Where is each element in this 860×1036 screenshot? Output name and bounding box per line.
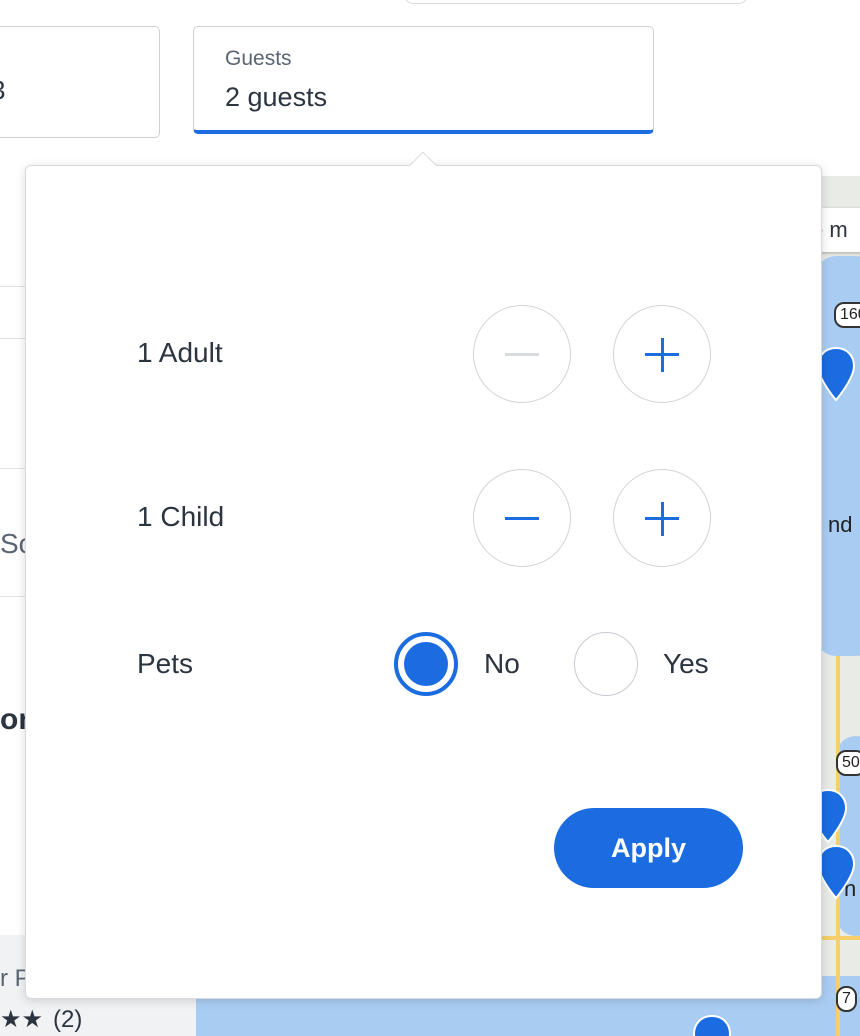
radio-selected-dot xyxy=(404,642,448,686)
guests-field[interactable]: Guests 2 guests xyxy=(193,26,654,134)
dates-field[interactable]: 3 xyxy=(0,26,160,138)
pets-yes-radio[interactable] xyxy=(574,632,638,696)
guests-field-label: Guests xyxy=(225,47,292,70)
adults-label: 1 Adult xyxy=(137,337,223,368)
apply-button[interactable]: Apply xyxy=(554,808,743,888)
plus-icon-vertical xyxy=(660,338,664,372)
pets-yes-label[interactable]: Yes xyxy=(663,648,709,680)
dates-field-value: 3 xyxy=(0,75,5,106)
top-search-pill[interactable] xyxy=(405,0,747,4)
minus-icon xyxy=(505,517,539,520)
guest-picker-popover: 1 Adult 1 Child Pets No Yes Apply xyxy=(25,165,822,999)
highway-shield: 50 xyxy=(836,750,860,776)
children-decrement-button[interactable] xyxy=(473,469,571,567)
popover-arrow xyxy=(407,148,439,166)
children-increment-button[interactable] xyxy=(613,469,711,567)
map-pin-icon[interactable] xyxy=(816,844,856,900)
pets-no-label[interactable]: No xyxy=(484,648,520,680)
highway-shield: 160 xyxy=(834,302,860,328)
minus-icon xyxy=(505,353,539,356)
adults-decrement-button[interactable] xyxy=(473,305,571,403)
children-label: 1 Child xyxy=(137,501,225,532)
map-place-label: nd xyxy=(828,512,853,537)
highway-shield: 7 xyxy=(836,986,857,1012)
rating-count: (2) xyxy=(53,1006,83,1033)
listing-rating: ★★ (2) xyxy=(0,1005,82,1034)
rating-stars-icon: ★★ xyxy=(0,1006,44,1033)
adults-increment-button[interactable] xyxy=(613,305,711,403)
map-pin-icon[interactable] xyxy=(692,1014,732,1036)
pets-no-radio[interactable] xyxy=(394,632,458,696)
plus-icon-vertical xyxy=(660,502,664,536)
guests-field-value: 2 guests xyxy=(225,82,328,112)
pets-label: Pets xyxy=(137,648,194,679)
map-pin-icon[interactable] xyxy=(816,346,856,402)
